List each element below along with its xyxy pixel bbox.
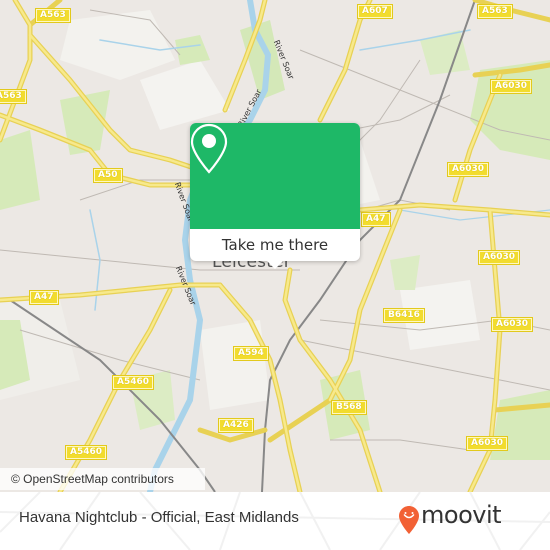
road-label: B6416 bbox=[383, 308, 425, 323]
map-view[interactable]: Leicester River Soar River Soar River So… bbox=[0, 0, 550, 492]
road-label: A563 bbox=[477, 4, 513, 19]
road-label: A6030 bbox=[490, 317, 534, 332]
road-label: A6030 bbox=[446, 162, 490, 177]
moovit-wordmark: moovit bbox=[421, 501, 502, 529]
road-label: A6030 bbox=[477, 250, 521, 265]
location-popup: Take me there bbox=[190, 123, 360, 269]
road-label: A607 bbox=[357, 4, 393, 19]
road-label: A5460 bbox=[111, 375, 155, 390]
moovit-pin-icon bbox=[399, 506, 419, 534]
popup-header bbox=[190, 123, 360, 229]
road-label: A426 bbox=[218, 418, 254, 433]
moovit-logo[interactable]: moovit bbox=[399, 500, 539, 540]
road-label: B568 bbox=[331, 400, 367, 415]
road-label: A50 bbox=[93, 168, 123, 183]
take-me-there-button[interactable]: Take me there bbox=[190, 229, 360, 261]
road-label: A563 bbox=[35, 8, 71, 23]
road-label: A47 bbox=[29, 290, 59, 305]
road-label: A6030 bbox=[465, 436, 509, 451]
road-label: A6030 bbox=[489, 79, 533, 94]
place-name: Havana Nightclub - Official, East Midlan… bbox=[19, 509, 299, 526]
road-label: A47 bbox=[361, 212, 391, 227]
road-label: A594 bbox=[233, 346, 269, 361]
footer: Havana Nightclub - Official, East Midlan… bbox=[0, 492, 550, 550]
map-attribution[interactable]: © OpenStreetMap contributors bbox=[0, 468, 205, 490]
road-label: A563 bbox=[0, 89, 27, 104]
popup-pointer bbox=[265, 259, 285, 269]
road-label: A5460 bbox=[64, 445, 108, 460]
map-pin-icon bbox=[190, 123, 228, 174]
